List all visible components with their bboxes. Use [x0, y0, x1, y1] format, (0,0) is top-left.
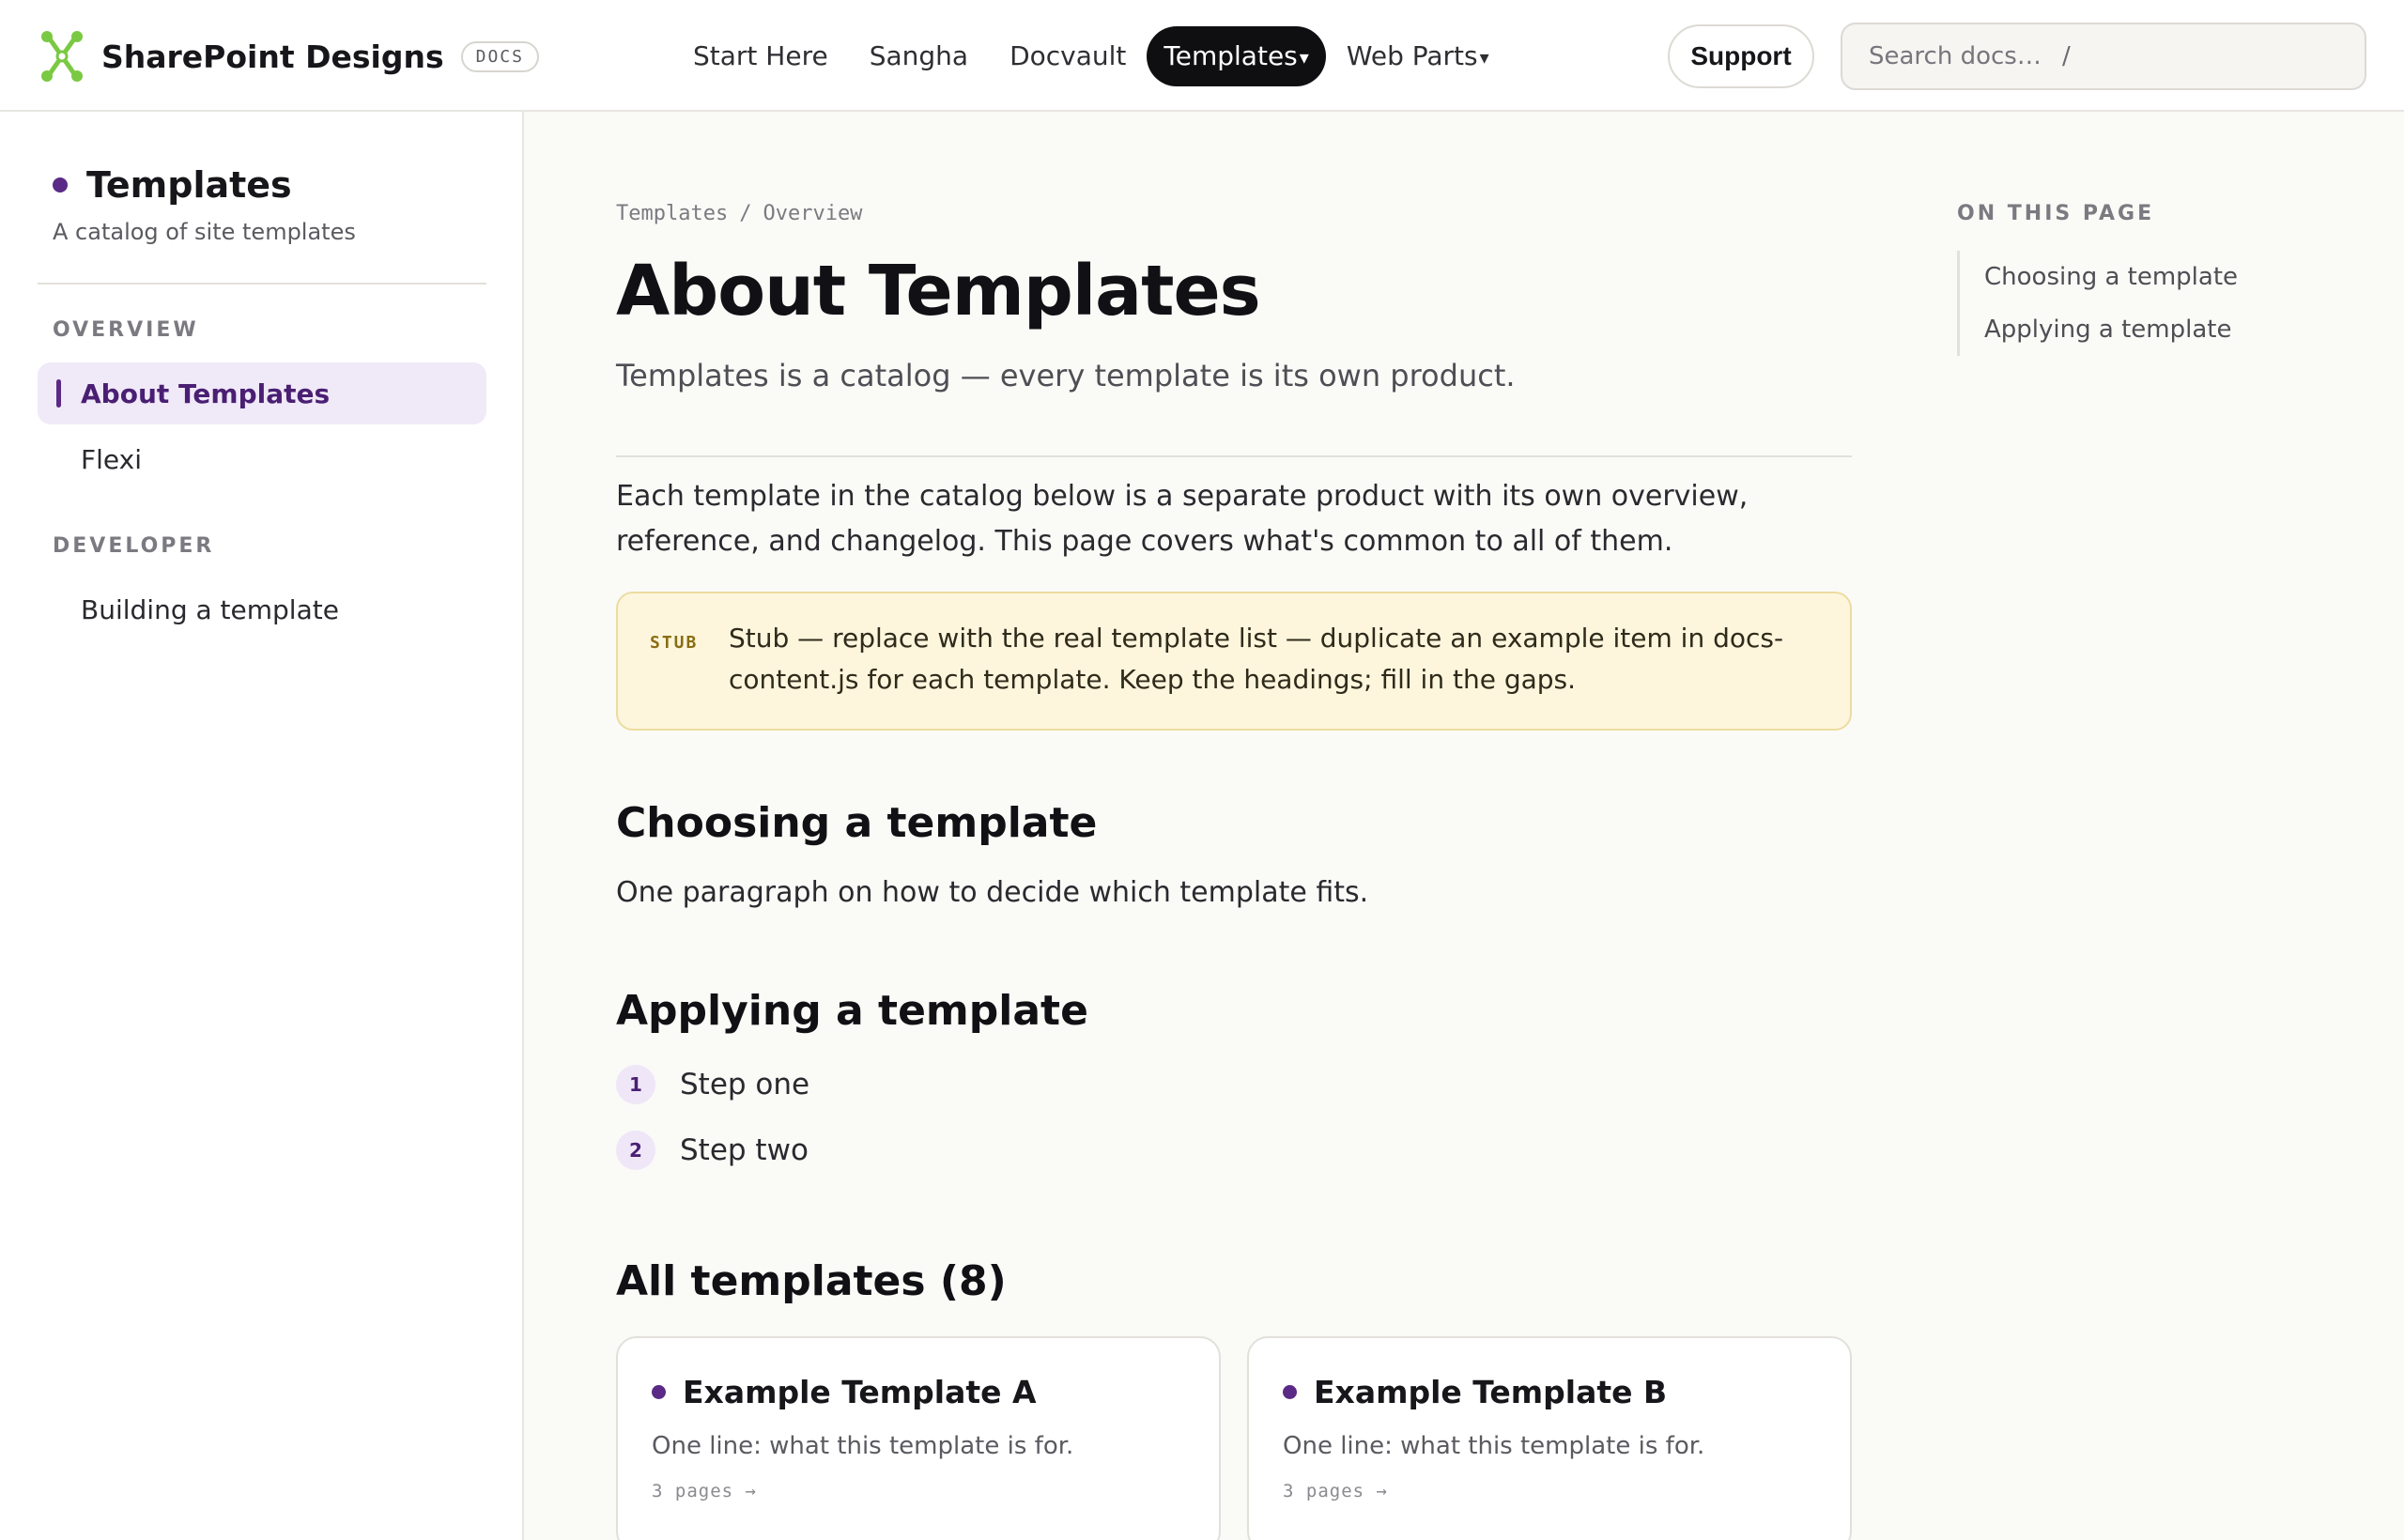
intro-paragraph: Each template in the catalog below is a …	[616, 480, 1749, 558]
breadcrumb-templates[interactable]: Templates	[616, 202, 728, 225]
chevron-down-icon: ▾	[1299, 46, 1309, 69]
page-lede: Templates is a catalog — every template …	[616, 358, 1516, 393]
search-box[interactable]: /	[1841, 23, 2366, 90]
breadcrumb-separator: /	[739, 202, 752, 225]
sidebar-item-building-a-template[interactable]: Building a template	[38, 578, 486, 640]
stub-callout: STUB Stub — replace with the real templa…	[616, 592, 1852, 731]
toc-item-applying-a-template[interactable]: Applying a template	[1984, 303, 2238, 356]
breadcrumb-overview: Overview	[763, 202, 863, 225]
card-meta: 3 pages →	[1283, 1481, 1388, 1502]
toc-list: Choosing a template Applying a template	[1957, 251, 2238, 356]
choosing-paragraph: One paragraph on how to decide which tem…	[616, 876, 1369, 909]
brand[interactable]: SharePoint Designs DOCS	[39, 28, 539, 85]
sidebar-header: Templates A catalog of site templates	[53, 164, 356, 245]
sidebar: Templates A catalog of site templates OV…	[0, 112, 524, 1540]
step-item: 1 Step one	[616, 1064, 809, 1105]
nav-sangha[interactable]: Sangha	[849, 26, 989, 86]
nav-docvault[interactable]: Docvault	[989, 26, 1147, 86]
sidebar-title[interactable]: Templates	[53, 164, 356, 206]
page-title: About Templates	[616, 251, 1261, 331]
heading-applying-a-template: Applying a template	[616, 987, 1088, 1035]
stub-text: Stub — replace with the real template li…	[729, 623, 1784, 695]
step-item: 2 Step two	[616, 1130, 809, 1171]
brand-name: SharePoint Designs	[101, 38, 444, 75]
top-nav: Start Here Sangha Docvault Templates ▾ We…	[672, 26, 1510, 86]
sharepoint-designs-logo-icon	[41, 31, 83, 82]
breadcrumb: Templates / Overview	[616, 202, 862, 225]
search-input[interactable]	[1869, 42, 2057, 70]
step-label: Step two	[680, 1133, 809, 1167]
stub-tag: STUB	[650, 633, 699, 653]
sidebar-group-developer: DEVELOPER	[53, 534, 215, 558]
accent-dot-icon	[53, 177, 68, 192]
card-description: One line: what this template is for.	[652, 1432, 1074, 1460]
card-meta: 3 pages →	[652, 1481, 757, 1502]
sidebar-item-about-templates[interactable]: About Templates	[38, 362, 486, 424]
nav-start-here[interactable]: Start Here	[672, 26, 849, 86]
step-number-badge: 2	[616, 1131, 655, 1170]
step-label: Step one	[680, 1068, 810, 1101]
toc-heading: ON THIS PAGE	[1957, 202, 2155, 225]
card-title: Example Template B	[1283, 1374, 1667, 1410]
nav-templates[interactable]: Templates ▾	[1147, 26, 1326, 86]
sidebar-group-overview: OVERVIEW	[53, 318, 199, 342]
card-title: Example Template A	[652, 1374, 1037, 1410]
heading-choosing-a-template: Choosing a template	[616, 799, 1098, 847]
sidebar-subtitle: A catalog of site templates	[53, 219, 356, 245]
sidebar-item-flexi[interactable]: Flexi	[38, 428, 486, 490]
heading-all-templates: All templates (8)	[616, 1257, 1007, 1305]
accent-dot-icon	[652, 1385, 666, 1399]
nav-web-parts[interactable]: Web Parts ▾	[1326, 26, 1510, 86]
template-card-a[interactable]: Example Template A One line: what this t…	[616, 1336, 1221, 1540]
accent-dot-icon	[1283, 1385, 1297, 1399]
top-bar: SharePoint Designs DOCS Start Here Sangh…	[0, 0, 2404, 112]
sidebar-divider	[38, 283, 486, 285]
chevron-down-icon: ▾	[1479, 46, 1489, 69]
step-number-badge: 1	[616, 1065, 655, 1104]
card-description: One line: what this template is for.	[1283, 1432, 1705, 1460]
support-button[interactable]: Support	[1668, 24, 1814, 88]
toc-item-choosing-a-template[interactable]: Choosing a template	[1984, 251, 2238, 303]
search-shortcut-key: /	[2062, 42, 2071, 70]
template-card-b[interactable]: Example Template B One line: what this t…	[1247, 1336, 1852, 1540]
docs-badge: DOCS	[460, 40, 539, 72]
content-divider	[616, 455, 1852, 457]
